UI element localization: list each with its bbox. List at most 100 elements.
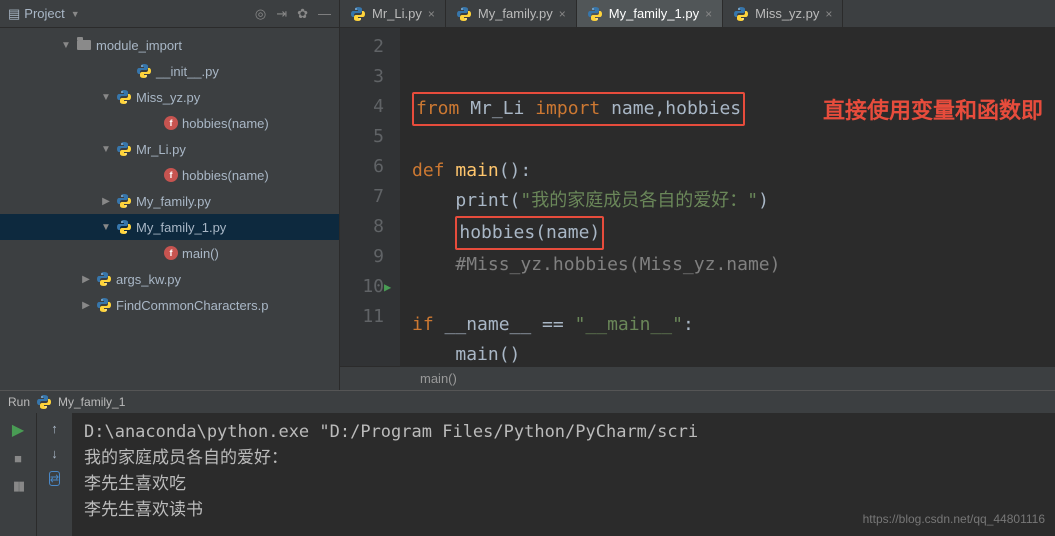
stop-button[interactable]: ■ [9,449,27,467]
line-number: 11 [340,302,384,332]
tree-item[interactable]: ▶ args_kw.py [0,266,339,292]
expand-arrow-icon[interactable]: ▶ [80,300,92,311]
project-icon: ▤ [8,6,20,22]
expand-arrow-icon[interactable]: ▼ [100,92,112,103]
line-number: 2 [340,32,384,62]
sidebar-header: ▤ Project ▼ ◎ ⇥ ✿ — [0,0,339,28]
run-header: Run My_family_1 [0,391,1055,413]
line-number: 6 [340,152,384,182]
line-number: 10▶ [340,272,384,302]
close-icon[interactable]: × [705,7,712,21]
line-number: 9 [340,242,384,272]
editor-area: Mr_Li.py×My_family.py×My_family_1.py×Mis… [340,0,1055,390]
tree-item-label: hobbies(name) [182,168,269,183]
hide-icon[interactable]: — [318,6,331,22]
tree-item[interactable]: __init__.py [0,58,339,84]
watermark: https://blog.csdn.net/qq_44801116 [863,506,1045,532]
tab-label: Miss_yz.py [755,6,819,21]
line-number: 4 [340,92,384,122]
tree-item-label: args_kw.py [116,272,181,287]
tree-item[interactable]: ▼ module_import [0,32,339,58]
tree-item-label: main() [182,246,219,261]
function-icon: f [164,246,178,260]
close-icon[interactable]: × [825,7,832,21]
tree-item[interactable]: ▼ Miss_yz.py [0,84,339,110]
expand-arrow-icon[interactable]: ▼ [60,40,72,51]
sidebar-title[interactable]: ▤ Project ▼ [8,6,249,22]
line-number: 5 [340,122,384,152]
tree-item[interactable]: ▼ My_family_1.py [0,214,339,240]
python-file-icon [350,6,366,22]
run-config-name[interactable]: My_family_1 [58,395,125,409]
tab-label: Mr_Li.py [372,6,422,21]
project-sidebar: ▤ Project ▼ ◎ ⇥ ✿ — ▼ module_import __init… [0,0,340,390]
function-icon: f [164,116,178,130]
run-controls: ▶ ■ ▮▮ [0,413,36,536]
tree-item-label: Miss_yz.py [136,90,200,105]
run-label: Run [8,395,30,409]
tree-item[interactable]: f hobbies(name) [0,110,339,136]
code-content[interactable]: from Mr_Li import name,hobbies def main(… [400,28,1055,366]
wrap-button[interactable]: ⇄ [49,471,60,486]
run-output[interactable]: D:\anaconda\python.exe "D:/Program Files… [72,413,1055,536]
tree-item-label: hobbies(name) [182,116,269,131]
run-panel: Run My_family_1 ▶ ■ ▮▮ ↑ ↓ ⇄ D:\anaconda… [0,390,1055,536]
tree-item[interactable]: ▼ Mr_Li.py [0,136,339,162]
python-icon [36,394,52,410]
pause-button[interactable]: ▮▮ [9,477,27,495]
up-button[interactable]: ↑ [51,421,58,436]
python-file-icon [116,219,132,235]
tree-item[interactable]: ▶ FindCommonCharacters.p [0,292,339,318]
down-button[interactable]: ↓ [51,446,58,461]
code-editor[interactable]: 2345678910▶11 from Mr_Li import name,hob… [340,28,1055,366]
function-icon: f [164,168,178,182]
sidebar-title-label: Project [24,6,64,21]
python-file-icon [116,141,132,157]
line-number: 7 [340,182,384,212]
tab-label: My_family_1.py [609,6,699,21]
editor-tab[interactable]: Miss_yz.py × [723,0,843,27]
expand-arrow-icon[interactable]: ▼ [100,222,112,233]
chevron-down-icon: ▼ [71,9,80,19]
tree-item-label: Mr_Li.py [136,142,186,157]
line-number: 8 [340,212,384,242]
tree-item[interactable]: f main() [0,240,339,266]
run-gutter-icon[interactable]: ▶ [384,272,391,302]
tree-item-label: My_family.py [136,194,211,209]
breadcrumb[interactable]: main() [340,366,1055,390]
expand-arrow-icon[interactable]: ▶ [100,196,112,207]
tree-item-label: FindCommonCharacters.p [116,298,268,313]
editor-tab[interactable]: My_family_1.py × [577,0,723,27]
folder-icon [76,37,92,53]
expand-arrow-icon[interactable]: ▼ [100,144,112,155]
python-file-icon [587,6,603,22]
close-icon[interactable]: × [428,7,435,21]
tab-label: My_family.py [478,6,553,21]
python-file-icon [456,6,472,22]
python-file-icon [116,193,132,209]
run-button[interactable]: ▶ [9,421,27,439]
tree-item-label: My_family_1.py [136,220,226,235]
editor-tab[interactable]: Mr_Li.py × [340,0,446,27]
gutter: 2345678910▶11 [340,28,400,366]
python-file-icon [96,297,112,313]
python-file-icon [96,271,112,287]
tree-item-label: __init__.py [156,64,219,79]
line-number: 3 [340,62,384,92]
project-tree[interactable]: ▼module_import__init__.py▼Miss_yz.pyfhob… [0,28,339,390]
gear-icon[interactable]: ✿ [297,6,308,22]
tree-item[interactable]: ▶ My_family.py [0,188,339,214]
python-file-icon [136,63,152,79]
editor-tab[interactable]: My_family.py × [446,0,577,27]
target-icon[interactable]: ◎ [255,6,266,22]
annotation-text: 直接使用变量和函数即 [823,96,1043,126]
expand-arrow-icon[interactable]: ▶ [80,274,92,285]
python-file-icon [116,89,132,105]
close-icon[interactable]: × [559,7,566,21]
python-file-icon [733,6,749,22]
tree-item-label: module_import [96,38,182,53]
collapse-icon[interactable]: ⇥ [276,6,287,22]
tree-item[interactable]: f hobbies(name) [0,162,339,188]
editor-tabs: Mr_Li.py×My_family.py×My_family_1.py×Mis… [340,0,1055,28]
run-sub-controls: ↑ ↓ ⇄ [36,413,72,536]
